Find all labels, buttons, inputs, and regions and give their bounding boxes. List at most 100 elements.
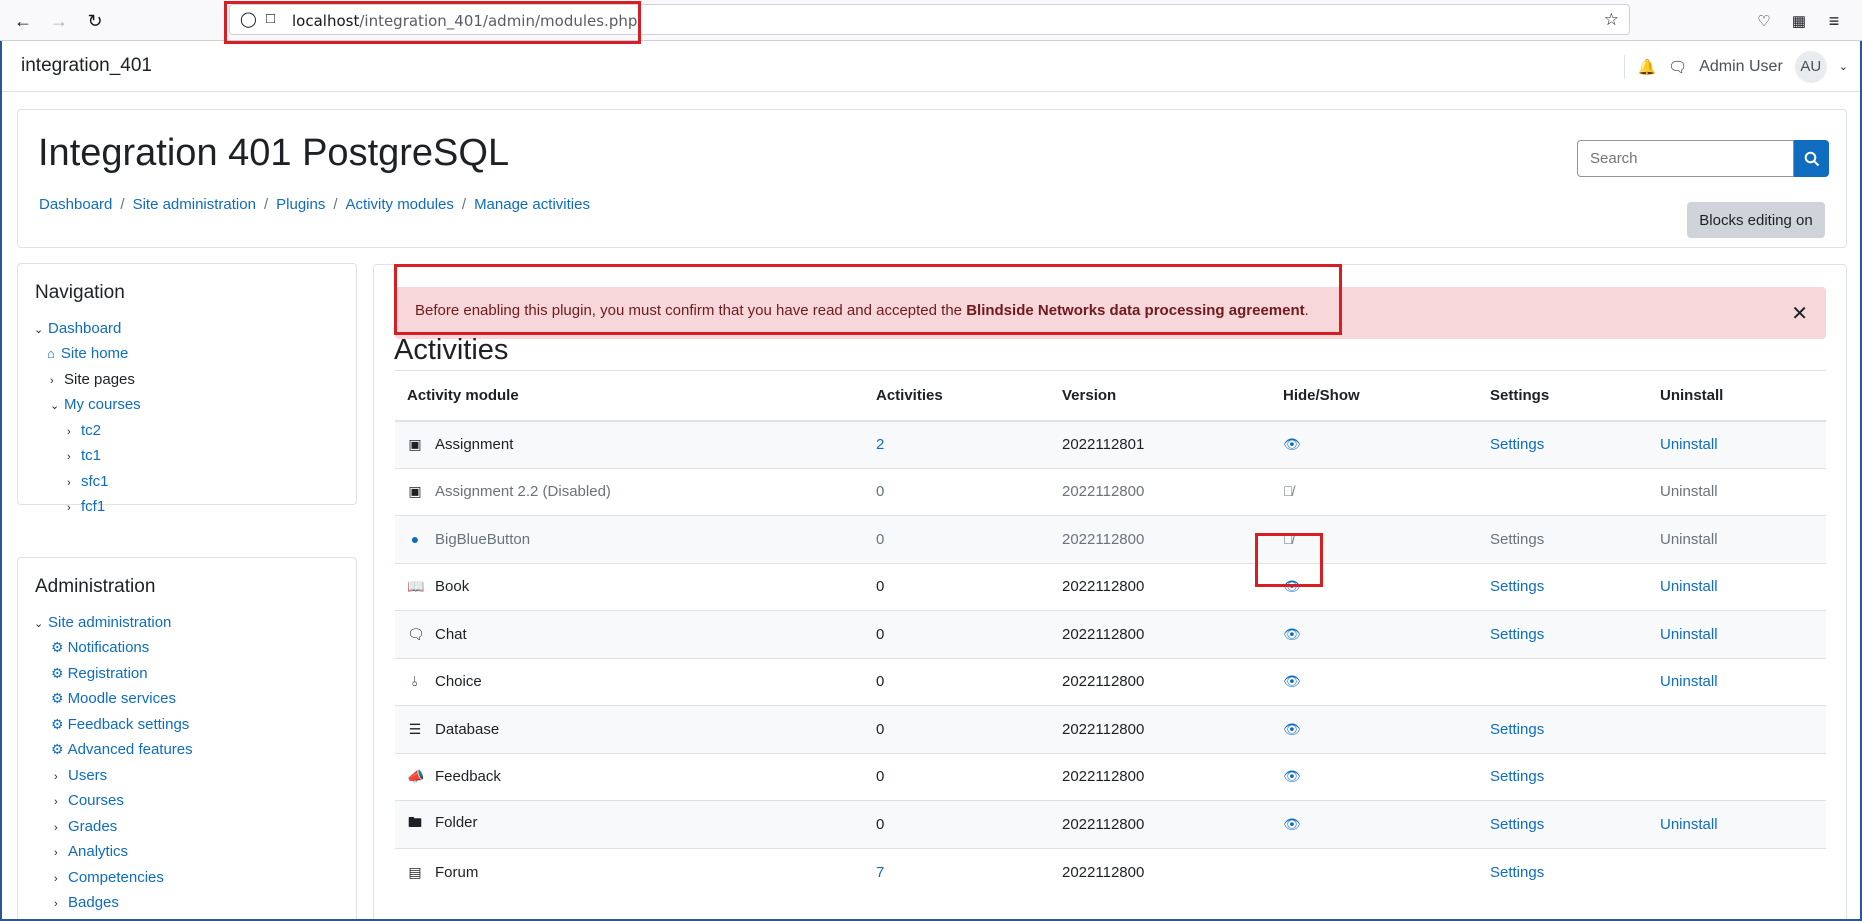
page-header: Integration 401 PostgreSQL Dashboard / Si…	[17, 109, 1847, 248]
breadcrumb-plugins[interactable]: Plugins	[276, 196, 325, 213]
back-icon[interactable]: ←	[11, 9, 35, 33]
nav-course-tc2[interactable]: tc2	[81, 422, 101, 439]
admin-competencies[interactable]: Competencies	[68, 869, 164, 886]
settings-link[interactable]: Settings	[1490, 436, 1544, 453]
admin-badges[interactable]: Badges	[68, 894, 119, 911]
breadcrumb-manage-activities[interactable]: Manage activities	[474, 196, 590, 213]
uninstall-link[interactable]: Uninstall	[1660, 816, 1718, 833]
module-name: Folder	[435, 814, 478, 832]
blocks-editing-button[interactable]: Blocks editing on	[1687, 202, 1825, 238]
eye-icon[interactable]: 👁	[1283, 436, 1301, 452]
menu-icon[interactable]: ≡	[1822, 9, 1846, 33]
admin-users[interactable]: Users	[68, 767, 107, 784]
nav-my-courses[interactable]: My courses	[64, 396, 141, 413]
chevron-down-icon[interactable]: ⌄	[34, 617, 48, 630]
chevron-right-icon[interactable]: ›	[67, 502, 81, 514]
assignment-icon: ▣	[408, 483, 422, 500]
admin-notifications[interactable]: Notifications	[68, 639, 150, 656]
table-row: ☰ Database 0 2022112800 👁 Settings	[395, 705, 1826, 753]
notifications-bell-icon[interactable]: 🔔	[1637, 58, 1656, 76]
nav-course-tc1[interactable]: tc1	[81, 447, 101, 464]
user-menu-chevron-down-icon[interactable]: ⌄	[1839, 60, 1848, 73]
activities-count-link[interactable]: 7	[876, 864, 884, 881]
activities-count: 0	[864, 752, 1050, 801]
settings-cell	[1478, 657, 1648, 706]
admin-site-administration[interactable]: Site administration	[48, 614, 171, 631]
book-icon: 📖	[407, 578, 425, 595]
admin-courses[interactable]: Courses	[68, 792, 124, 809]
chevron-right-icon[interactable]: ›	[50, 375, 64, 387]
eye-icon[interactable]: 👁	[1283, 721, 1301, 737]
settings-link[interactable]: Settings	[1490, 626, 1544, 643]
uninstall-link[interactable]: Uninstall	[1660, 578, 1718, 595]
chevron-down-icon[interactable]: ⌄	[50, 399, 64, 412]
gear-icon: ⚙	[51, 690, 64, 706]
chevron-right-icon[interactable]: ›	[54, 796, 68, 808]
settings-link[interactable]: Settings	[1490, 721, 1544, 738]
administration-block: Administration ⌄ Site administration ⚙ Not…	[17, 557, 357, 919]
chevron-right-icon[interactable]: ›	[54, 771, 68, 783]
nav-site-home[interactable]: Site home	[61, 345, 129, 362]
chevron-right-icon[interactable]: ›	[67, 477, 81, 489]
messages-chat-icon[interactable]: 🗨	[1668, 58, 1687, 76]
admin-analytics[interactable]: Analytics	[68, 843, 128, 860]
uninstall-link[interactable]: Uninstall	[1660, 626, 1718, 643]
chevron-down-icon[interactable]: ⌄	[34, 323, 48, 336]
module-version: 2022112800	[1050, 562, 1271, 611]
activities-count: 0	[864, 800, 1050, 848]
reload-icon[interactable]: ↻	[83, 9, 107, 33]
settings-link[interactable]: Settings	[1490, 768, 1544, 785]
module-name: Assignment	[435, 436, 514, 453]
pocket-icon[interactable]: ♡	[1752, 9, 1776, 33]
table-row: ▣ Assignment 2.2 (Disabled) 0 2022112800 …	[395, 467, 1826, 516]
eye-icon[interactable]: 👁	[1283, 626, 1301, 642]
admin-feedback-settings[interactable]: Feedback settings	[68, 716, 190, 733]
forward-icon[interactable]: →	[47, 9, 71, 33]
breadcrumb-site-administration[interactable]: Site administration	[133, 196, 256, 213]
search-input[interactable]	[1577, 140, 1794, 177]
chevron-right-icon[interactable]: ›	[54, 873, 68, 885]
bookmark-star-icon[interactable]: ☆	[1604, 10, 1619, 30]
uninstall-text[interactable]: Uninstall	[1648, 515, 1826, 563]
chevron-right-icon[interactable]: ›	[54, 822, 68, 834]
home-icon: ⌂	[47, 346, 55, 361]
uninstall-link[interactable]: Uninstall	[1660, 673, 1718, 690]
avatar[interactable]: AU	[1794, 50, 1827, 83]
module-version: 2022112800	[1050, 467, 1271, 516]
settings-link[interactable]: Settings	[1490, 816, 1544, 833]
settings-text[interactable]: Settings	[1478, 515, 1648, 563]
chevron-right-icon[interactable]: ›	[67, 451, 81, 463]
breadcrumb-dashboard[interactable]: Dashboard	[39, 196, 112, 213]
nav-course-fcf1[interactable]: fcf1	[81, 498, 105, 515]
uninstall-link[interactable]: Uninstall	[1660, 436, 1718, 453]
nav-dashboard[interactable]: Dashboard	[48, 320, 121, 337]
settings-link[interactable]: Settings	[1490, 578, 1544, 595]
activities-count-link[interactable]: 2	[876, 436, 884, 453]
module-name: Book	[435, 578, 470, 596]
close-icon[interactable]: ✕	[1791, 301, 1808, 326]
table-row: 📣 Feedback 0 2022112800 👁 Settings	[395, 752, 1826, 801]
chevron-right-icon[interactable]: ›	[54, 847, 68, 859]
admin-moodle-services[interactable]: Moodle services	[68, 690, 176, 707]
admin-grades[interactable]: Grades	[68, 818, 117, 835]
settings-link[interactable]: Settings	[1490, 864, 1544, 881]
top-navbar: integration_401 🔔 🗨 Admin User AU ⌄	[2, 41, 1860, 92]
search-button[interactable]	[1794, 140, 1829, 177]
extensions-icon[interactable]: ▦	[1787, 9, 1811, 33]
eye-slash-icon[interactable]: 👁̸	[1283, 483, 1294, 499]
breadcrumb-activity-modules[interactable]: Activity modules	[346, 196, 454, 213]
nav-site-pages[interactable]: Site pages	[64, 371, 135, 388]
administration-title: Administration	[35, 576, 156, 597]
admin-advanced-features[interactable]: Advanced features	[68, 741, 193, 758]
eye-icon[interactable]: 👁	[1283, 816, 1301, 832]
eye-icon[interactable]: 👁	[1283, 673, 1301, 689]
chevron-right-icon[interactable]: ›	[54, 898, 68, 910]
uninstall-text[interactable]: Uninstall	[1648, 467, 1826, 516]
table-row: 🗨 Chat 0 2022112800 👁 Settings Uninstall	[395, 610, 1826, 658]
user-name[interactable]: Admin User	[1699, 58, 1783, 76]
site-name[interactable]: integration_401	[21, 55, 152, 77]
chevron-right-icon[interactable]: ›	[67, 426, 81, 438]
eye-icon[interactable]: 👁	[1283, 768, 1301, 784]
admin-registration[interactable]: Registration	[68, 665, 148, 682]
nav-course-sfc1[interactable]: sfc1	[81, 473, 109, 490]
